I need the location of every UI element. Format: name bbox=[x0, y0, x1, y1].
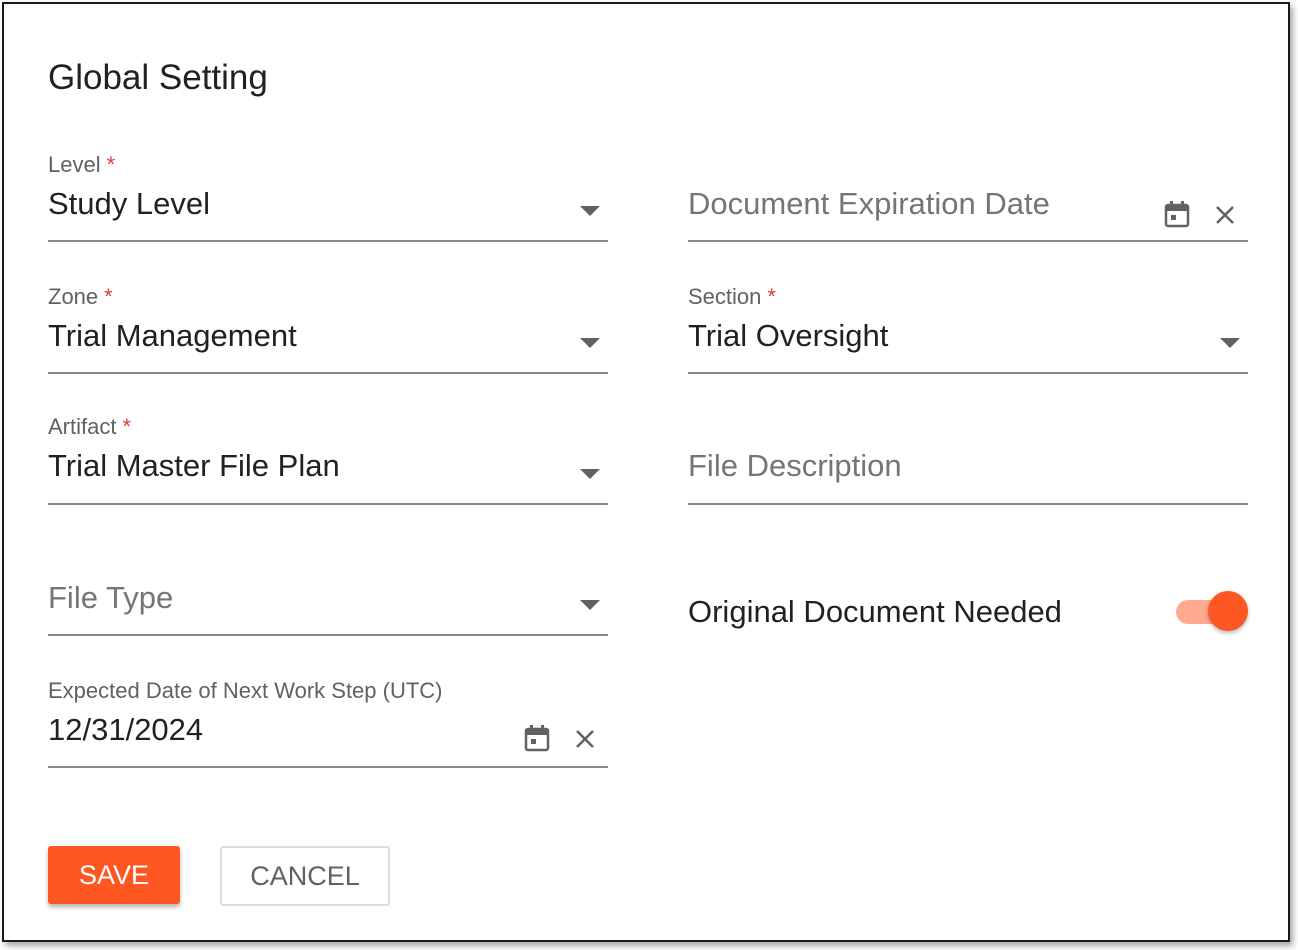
zone-label: Zone * bbox=[48, 284, 113, 309]
level-select[interactable]: Level * Study Level bbox=[48, 152, 608, 242]
expiration-date-underline bbox=[688, 240, 1248, 242]
expected-date-label: Expected Date of Next Work Step (UTC) bbox=[48, 678, 443, 703]
artifact-select[interactable]: Artifact * Trial Master File Plan bbox=[48, 414, 608, 505]
file-description-underline bbox=[688, 503, 1248, 505]
level-value: Study Level bbox=[48, 186, 210, 221]
file-description-placeholder: File Description bbox=[688, 448, 902, 483]
dialog-title: Global Setting bbox=[48, 58, 268, 97]
artifact-underline bbox=[48, 503, 608, 505]
save-button[interactable]: SAVE bbox=[48, 846, 180, 904]
close-icon[interactable] bbox=[574, 728, 596, 750]
required-marker: * bbox=[106, 152, 116, 177]
expiration-date-input[interactable]: Document Expiration Date bbox=[688, 152, 1248, 242]
level-underline bbox=[48, 240, 608, 242]
chevron-down-icon[interactable] bbox=[580, 600, 600, 610]
close-icon[interactable] bbox=[1214, 204, 1236, 226]
chevron-down-icon[interactable] bbox=[580, 338, 600, 348]
zone-value: Trial Management bbox=[48, 318, 297, 353]
file-description-input[interactable]: File Description bbox=[688, 414, 1248, 505]
zone-select[interactable]: Zone * Trial Management bbox=[48, 284, 608, 374]
original-document-label: Original Document Needed bbox=[688, 594, 1062, 629]
expected-date-input[interactable]: Expected Date of Next Work Step (UTC) 12… bbox=[48, 678, 608, 768]
artifact-label: Artifact * bbox=[48, 414, 132, 439]
required-marker: * bbox=[104, 284, 113, 309]
required-marker: * bbox=[767, 284, 776, 309]
level-label: Level * bbox=[48, 152, 116, 177]
chevron-down-icon[interactable] bbox=[580, 206, 600, 216]
expected-date-underline bbox=[48, 766, 608, 768]
toggle-knob[interactable] bbox=[1208, 591, 1248, 631]
chevron-down-icon[interactable] bbox=[580, 469, 600, 479]
section-underline bbox=[688, 372, 1248, 374]
file-type-underline bbox=[48, 634, 608, 636]
original-document-toggle-row[interactable]: Original Document Needed bbox=[688, 588, 1250, 638]
artifact-value: Trial Master File Plan bbox=[48, 448, 340, 483]
section-label: Section * bbox=[688, 284, 776, 309]
required-marker: * bbox=[122, 414, 132, 439]
expected-date-value: 12/31/2024 bbox=[48, 712, 204, 747]
global-setting-dialog: Global Setting Level * Study Level Docume… bbox=[2, 2, 1290, 942]
section-select[interactable]: Section * Trial Oversight bbox=[688, 284, 1248, 374]
zone-underline bbox=[48, 372, 608, 374]
file-type-select[interactable]: File Type bbox=[48, 546, 608, 636]
expiration-date-placeholder: Document Expiration Date bbox=[688, 186, 1050, 221]
calendar-icon[interactable] bbox=[1164, 200, 1190, 228]
section-value: Trial Oversight bbox=[688, 318, 889, 353]
chevron-down-icon[interactable] bbox=[1220, 338, 1240, 348]
cancel-button[interactable]: CANCEL bbox=[220, 846, 390, 906]
calendar-icon[interactable] bbox=[524, 724, 550, 752]
file-type-placeholder: File Type bbox=[48, 580, 174, 615]
